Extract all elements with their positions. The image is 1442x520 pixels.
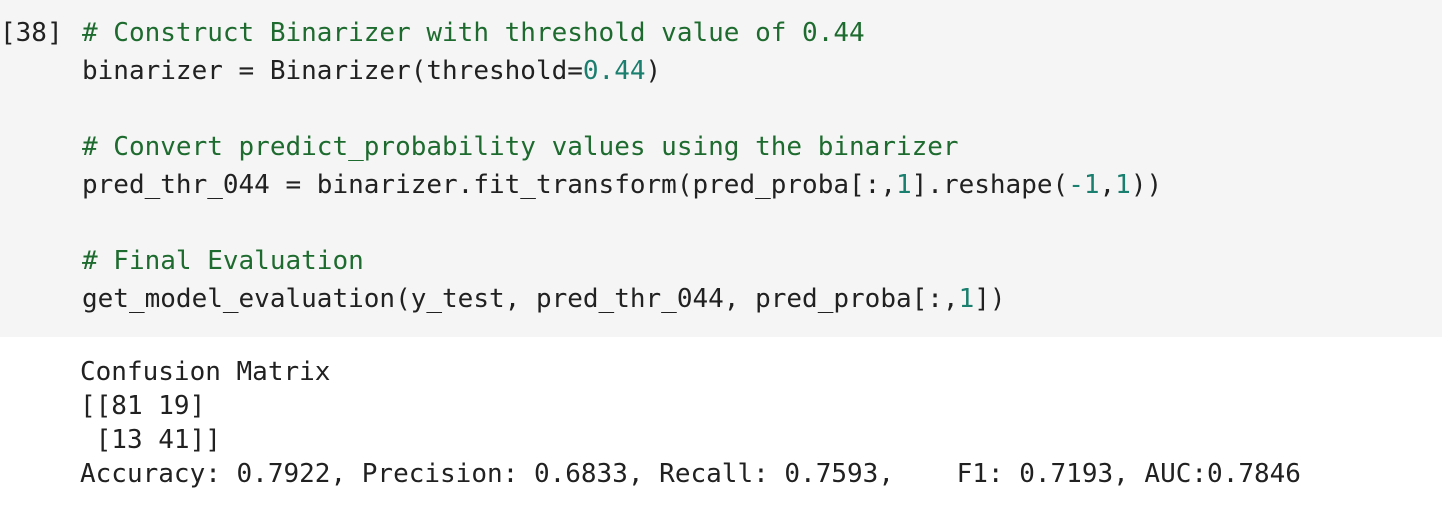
code-line: binarizer = Binarizer(threshold=0.44) [82, 52, 1162, 90]
code-text: ]) [974, 284, 1006, 314]
code-number: 1 [895, 170, 912, 200]
notebook-cell: [38] # Construct Binarizer with threshol… [0, 0, 1442, 520]
code-text: pred_thr_044 = binarizer.fit_transform(p… [82, 170, 896, 200]
code-number: 1 [958, 284, 975, 314]
code-number: 0.44 [582, 56, 646, 86]
output-text: Confusion Matrix [[81 19] [13 41]] Accurac… [80, 355, 1301, 491]
output-line-metrics: Accuracy: 0.7922, Precision: 0.6833, Rec… [80, 459, 1301, 489]
code-text: ].reshape( [911, 170, 1069, 200]
code-text: , [1099, 170, 1116, 200]
code-comment: # Construct Binarizer with threshold val… [82, 18, 865, 48]
code-comment: # Convert predict_probability values usi… [82, 132, 959, 162]
cell-output-area: Confusion Matrix [[81 19] [13 41]] Accurac… [0, 337, 1442, 520]
code-text: )) [1130, 170, 1163, 200]
code-editor[interactable]: # Construct Binarizer with threshold val… [82, 14, 1162, 318]
code-number: 1 [1115, 170, 1131, 200]
code-number: -1 [1068, 170, 1100, 200]
output-line-matrix-row: [13 41]] [80, 425, 221, 455]
code-text: get_model_evaluation(y_test, pred_thr_04… [82, 284, 959, 314]
code-comment: # Final Evaluation [82, 246, 364, 276]
execution-count: [38] [0, 18, 63, 48]
cell-input-area[interactable]: [38] # Construct Binarizer with threshol… [0, 0, 1442, 337]
code-line: pred_thr_044 = binarizer.fit_transform(p… [82, 166, 1162, 204]
output-line-matrix-row: [[81 19] [80, 391, 206, 421]
output-line-title: Confusion Matrix [80, 357, 331, 387]
code-line: get_model_evaluation(y_test, pred_thr_04… [82, 280, 1162, 318]
code-text: binarizer = Binarizer(threshold= [82, 56, 583, 86]
code-text: ) [645, 56, 662, 86]
